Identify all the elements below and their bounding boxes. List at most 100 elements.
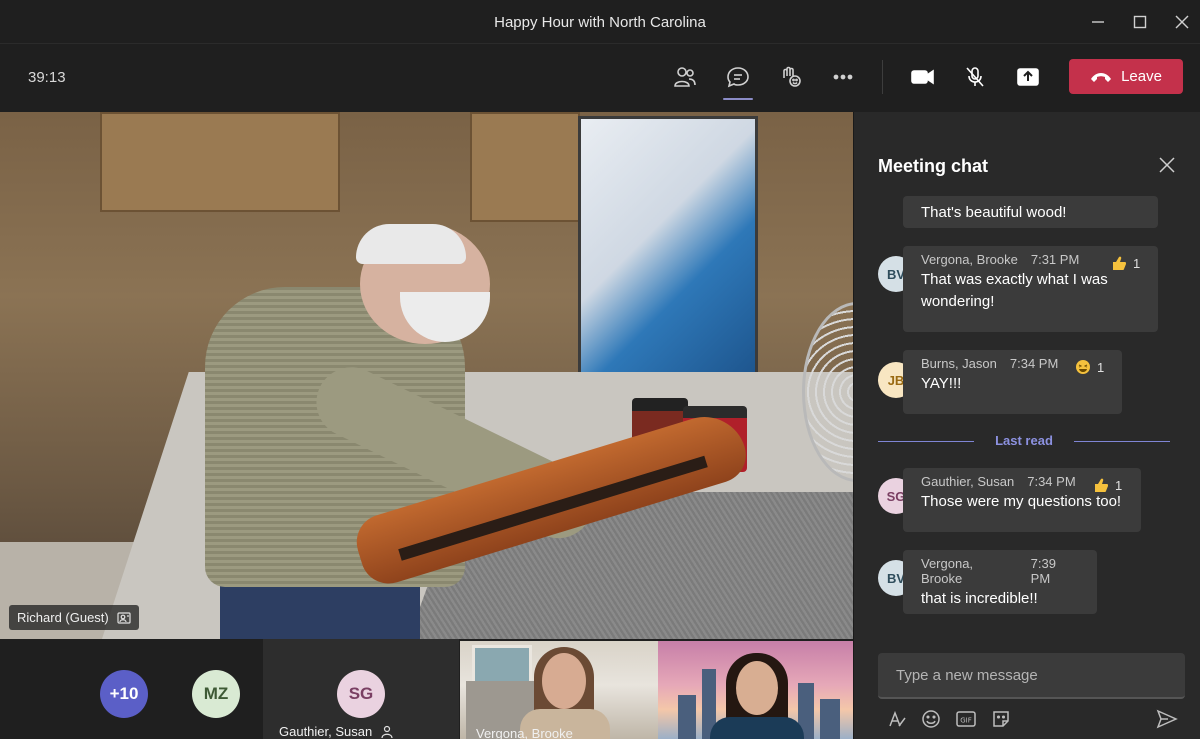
- chat-message[interactable]: Burns, Jason 7:34 PM YAY!!! 1: [903, 350, 1122, 414]
- reaction-count: 1: [1097, 359, 1105, 375]
- share-screen-button[interactable]: [1011, 62, 1045, 92]
- overflow-count: +10: [109, 684, 139, 703]
- maximize-icon: [1133, 15, 1147, 29]
- avatar-initials: SG: [348, 684, 374, 703]
- participant-shirt: [710, 717, 804, 739]
- meeting-chat-panel: Meeting chat That's beautiful wood! BV V…: [853, 112, 1200, 739]
- format-button[interactable]: [886, 708, 908, 730]
- message-text: That was exactly what I was wondering!: [921, 271, 1108, 310]
- reaction-count: 1: [1115, 477, 1123, 493]
- message-text: YAY!!!: [921, 375, 962, 392]
- reaction-badge[interactable]: 1: [1111, 255, 1140, 271]
- format-pen-icon: [889, 710, 906, 727]
- participant-face: [736, 661, 778, 715]
- message-author: Vergona, Brooke: [921, 556, 974, 586]
- meeting-toolbar: 39:13 Leave: [0, 44, 1200, 110]
- people-icon: [674, 67, 696, 87]
- message-author: Vergona, Brooke: [921, 252, 1018, 267]
- avatar-initials: JB: [887, 372, 905, 388]
- message-time: 7:34 PM: [1009, 356, 1059, 371]
- video-camera-icon: [911, 69, 934, 85]
- reaction-count: 1: [1133, 255, 1141, 271]
- reactions-button[interactable]: [773, 62, 807, 92]
- chat-message[interactable]: That's beautiful wood!: [903, 196, 1158, 228]
- skyline-building: [678, 695, 696, 739]
- svg-text:GIF: GIF: [960, 717, 972, 725]
- leave-label: Leave: [1121, 68, 1162, 85]
- participant-face: [542, 653, 586, 709]
- chat-button[interactable]: [721, 62, 755, 100]
- chat-message[interactable]: Gauthier, Susan 7:34 PM Those were my qu…: [903, 468, 1141, 532]
- hang-up-icon: [1091, 72, 1112, 82]
- message-text: Those were my questions too!: [921, 493, 1122, 510]
- message-time: 7:31 PM: [1030, 252, 1080, 267]
- camera-button[interactable]: [906, 62, 940, 92]
- send-button[interactable]: [1156, 708, 1178, 730]
- toolbar-divider: [882, 60, 883, 94]
- emoji-button[interactable]: [920, 708, 942, 730]
- emoji-icon: [922, 710, 940, 728]
- skyline-building: [820, 699, 840, 739]
- mute-button[interactable]: [958, 62, 992, 92]
- video-window: [472, 645, 532, 685]
- gif-icon: GIF: [956, 711, 976, 727]
- minimize-button[interactable]: [1078, 8, 1118, 36]
- sticker-icon: [993, 711, 1009, 727]
- participant-tile[interactable]: [658, 641, 853, 739]
- minimize-icon: [1092, 21, 1104, 23]
- window-title: Happy Hour with North Carolina: [494, 14, 706, 31]
- maximize-button[interactable]: [1120, 8, 1160, 36]
- avatar[interactable]: MZ: [192, 670, 240, 718]
- participant-name: Vergona, Brooke: [476, 726, 573, 739]
- close-icon: [1159, 157, 1175, 173]
- close-icon: [1175, 15, 1189, 29]
- more-options-button[interactable]: [826, 62, 860, 92]
- message-author: Burns, Jason: [921, 356, 997, 371]
- avatar-initials: MZ: [203, 684, 229, 703]
- avatar: SG: [337, 670, 385, 718]
- title-bar: Happy Hour with North Carolina: [0, 0, 1200, 44]
- video-shelf: [100, 112, 340, 212]
- gif-button[interactable]: GIF: [955, 708, 977, 730]
- message-input[interactable]: [878, 653, 1185, 699]
- thumbs-up-icon: [1113, 256, 1126, 270]
- reaction-badge[interactable]: 1: [1075, 359, 1104, 375]
- divider-line: [1074, 441, 1170, 442]
- laughing-face-icon: [1076, 360, 1090, 374]
- presenter-name: Richard (Guest): [17, 610, 109, 625]
- video-presenter-hair: [356, 224, 466, 264]
- participants-button[interactable]: [668, 62, 702, 92]
- chat-title: Meeting chat: [878, 156, 989, 176]
- more-icon: [833, 74, 853, 80]
- sticker-button[interactable]: [990, 708, 1012, 730]
- microphone-off-icon: [966, 67, 984, 87]
- message-text: that is incredible!!: [921, 590, 1038, 607]
- last-read-divider: Last read: [878, 432, 1170, 452]
- raise-hand-icon: [783, 66, 801, 87]
- close-chat-button[interactable]: [1158, 156, 1176, 174]
- chat-message[interactable]: Vergona, Brooke 7:39 PM that is incredib…: [903, 550, 1097, 614]
- leave-button[interactable]: Leave: [1069, 59, 1183, 94]
- participant-tile[interactable]: Vergona, Brooke: [460, 641, 658, 739]
- thumbs-up-icon: [1095, 478, 1108, 492]
- message-author: Gauthier, Susan: [921, 474, 1015, 489]
- share-tray-icon: [1017, 68, 1039, 86]
- presenter-icon: [381, 725, 393, 738]
- overflow-participants-button[interactable]: +10: [100, 670, 148, 718]
- message-text: That's beautiful wood!: [921, 204, 1067, 221]
- reaction-badge[interactable]: 1: [1093, 477, 1122, 493]
- participant-strip: +10 MZ SG Gauthier, Susan Vergona, Brook…: [0, 639, 853, 739]
- message-time: 7:34 PM: [1027, 474, 1076, 489]
- main-video[interactable]: Richard (Guest): [0, 112, 853, 639]
- close-window-button[interactable]: [1162, 8, 1200, 36]
- message-time: 7:39 PM: [1030, 556, 1056, 586]
- presenter-name-tag: Richard (Guest): [9, 605, 139, 630]
- video-poster: [578, 116, 758, 406]
- compose-box: [878, 653, 1185, 699]
- meeting-timer: 39:13: [28, 69, 66, 86]
- participant-label: Gauthier, Susan: [279, 724, 394, 739]
- chat-message[interactable]: Vergona, Brooke 7:31 PM That was exactly…: [903, 246, 1158, 332]
- participant-tile[interactable]: SG Gauthier, Susan: [263, 639, 459, 739]
- send-icon: [1156, 709, 1178, 729]
- participant-name: Gauthier, Susan: [279, 724, 373, 739]
